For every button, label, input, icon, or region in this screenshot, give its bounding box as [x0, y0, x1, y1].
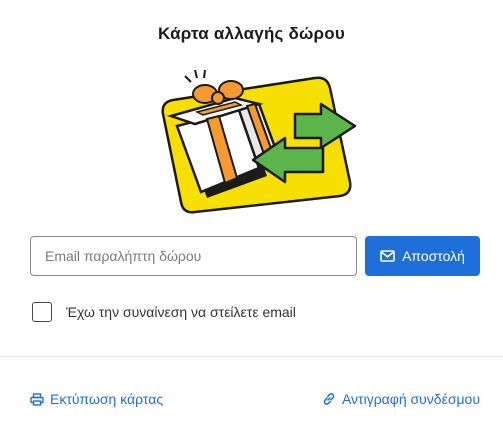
send-button-label: Αποστολή — [402, 248, 465, 264]
consent-row: Έχω την συναίνεση να στείλετε email — [32, 302, 296, 322]
link-icon — [323, 393, 335, 405]
recipient-email-input[interactable] — [30, 236, 357, 276]
consent-checkbox[interactable] — [32, 302, 52, 322]
consent-label: Έχω την συναίνεση να στείλετε email — [66, 304, 296, 320]
gift-exchange-illustration — [155, 64, 365, 216]
print-card-link[interactable]: Εκτύπωση κάρτας — [30, 391, 163, 407]
copy-link-label: Αντιγραφή συνδέσμου — [341, 391, 480, 407]
divider — [0, 356, 503, 357]
printer-icon — [30, 392, 44, 406]
send-button[interactable]: Αποστολή — [365, 236, 480, 276]
page-title: Κάρτα αλλαγής δώρου — [158, 24, 345, 43]
gift-exchange-icon — [161, 69, 357, 214]
mail-icon — [380, 250, 395, 262]
copy-link-button[interactable]: Αντιγραφή συνδέσμου — [322, 391, 480, 407]
print-card-label: Εκτύπωση κάρτας — [50, 391, 164, 407]
